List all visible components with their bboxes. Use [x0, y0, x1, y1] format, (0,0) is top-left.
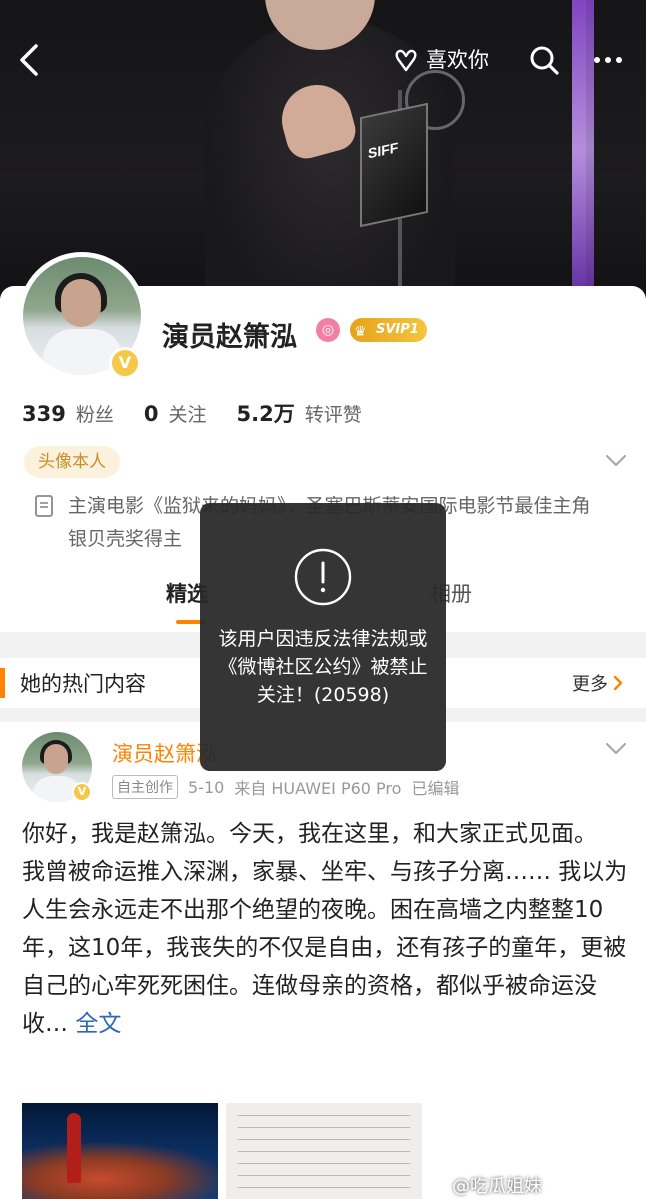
more-icon[interactable] [590, 44, 626, 76]
profile-stats: 339 粉丝 0 关注 5.2万 转评赞 [22, 398, 392, 428]
document-icon [35, 495, 53, 517]
stat-interactions-value: 5.2万 [236, 402, 295, 426]
stat-following-label: 关注 [168, 404, 207, 426]
post-date: 5-10 [188, 777, 225, 797]
like-you-label: 喜欢你 [426, 48, 489, 72]
toast-message: 该用户因违反法律法规或《微博社区公约》被禁止关注！(20598) [218, 628, 428, 706]
stat-following[interactable]: 0 关注 [144, 400, 207, 427]
post-text: 你好，我是赵箫泓。今天，我在这里，和大家正式见面。 我曾被命运推入深渊，家暴、坐… [22, 815, 628, 1043]
profile-tag[interactable]: 头像本人 [24, 446, 120, 478]
profile-name: 演员赵箫泓 [162, 322, 297, 353]
verified-badge-icon: V [109, 347, 141, 379]
heart-hands-icon [395, 49, 417, 72]
more-label: 更多 [572, 674, 608, 695]
trophy: SIFF [360, 102, 428, 228]
post-meta: 自主创作 5-10 来自 HUAWEI P60 Pro 已编辑 [112, 775, 459, 799]
original-content-badge: 自主创作 [112, 775, 178, 799]
more-link[interactable]: 更多 [572, 670, 624, 696]
section-accent-bar [0, 668, 5, 698]
post-verified-badge-icon: V [72, 782, 92, 802]
stat-followers[interactable]: 339 粉丝 [22, 400, 114, 427]
chevron-right-icon [613, 675, 623, 691]
hot-content-title: 她的热门内容 [20, 672, 146, 696]
back-arrow-icon[interactable] [14, 42, 46, 78]
post-options-chevron-icon[interactable] [604, 740, 628, 758]
search-icon[interactable] [528, 44, 560, 76]
error-toast: 该用户因违反法律法规或《微博社区公约》被禁止关注！(20598) [200, 503, 446, 771]
post-body: 你好，我是赵箫泓。今天，我在这里，和大家正式见面。 我曾被命运推入深渊，家暴、坐… [22, 821, 628, 1037]
full-text-link[interactable]: 全文 [75, 1011, 121, 1037]
post-source: 来自 HUAWEI P60 Pro [234, 779, 402, 798]
stat-interactions-label: 转评赞 [304, 404, 362, 426]
exclamation-circle-icon [294, 548, 352, 606]
svip-badge[interactable]: ♛ SVIP1 [350, 318, 427, 342]
stat-interactions[interactable]: 5.2万 转评赞 [237, 398, 362, 428]
svip-label: SVIP1 [376, 322, 419, 337]
stat-followers-label: 粉丝 [75, 404, 114, 426]
chevron-down-icon[interactable] [604, 452, 628, 470]
top-nav-bar: 喜欢你 [0, 30, 646, 90]
member-ring-icon[interactable]: ◎ [316, 318, 340, 342]
watermark: @吃瓜姐妹 [452, 1176, 542, 1197]
like-you-button[interactable]: 喜欢你 [392, 44, 489, 74]
stat-following-value: 0 [143, 402, 159, 426]
stat-followers-value: 339 [22, 402, 66, 426]
post-edited: 已编辑 [411, 779, 460, 798]
post-image-letter[interactable] [226, 1103, 422, 1199]
trophy-text: SIFF [368, 139, 399, 162]
post-image-stage[interactable] [22, 1103, 218, 1199]
crown-icon: ♛ [354, 324, 367, 340]
